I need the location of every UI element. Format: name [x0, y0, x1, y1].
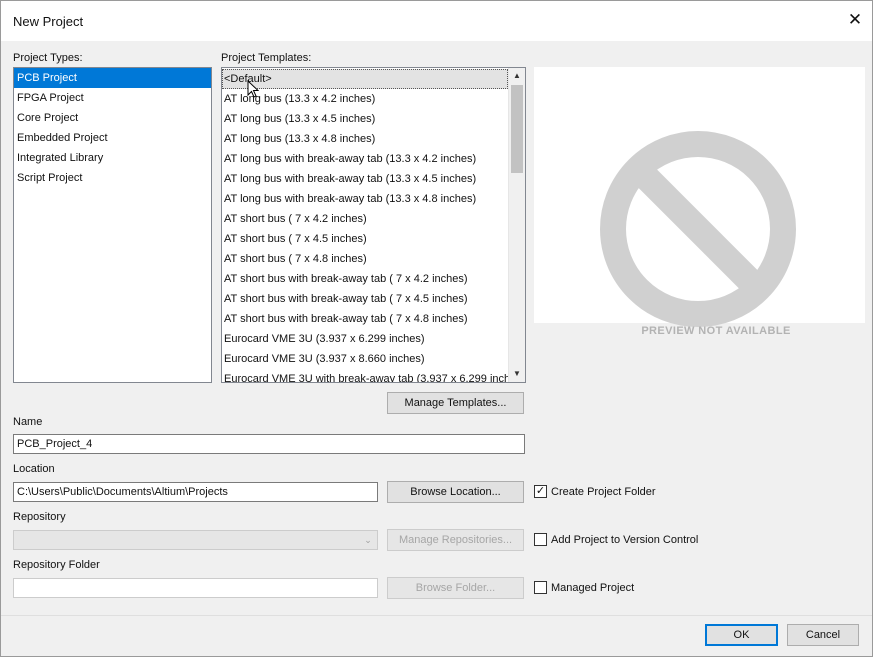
project-template-item[interactable]: AT long bus with break-away tab (13.3 x … — [222, 189, 508, 209]
project-template-item[interactable]: <Default> — [222, 69, 508, 89]
title-bar: New Project ✕ — [1, 1, 872, 41]
managed-project-label: Managed Project — [551, 581, 635, 594]
managed-project-checkbox[interactable]: Managed Project — [534, 581, 634, 594]
preview-not-available-text: PREVIEW NOT AVAILABLE — [641, 325, 791, 337]
project-types-list[interactable]: PCB Project FPGA Project Core Project Embed… — [13, 67, 212, 383]
repository-dropdown[interactable]: ⌄ — [13, 530, 378, 550]
repository-folder-label: Repository Folder — [13, 559, 100, 571]
repository-label: Repository — [13, 511, 66, 523]
project-template-item[interactable]: AT long bus (13.3 x 4.2 inches) — [222, 89, 508, 109]
project-types-items: PCB Project FPGA Project Core Project Embed… — [14, 68, 211, 188]
close-icon[interactable]: ✕ — [845, 10, 865, 30]
browse-location-button[interactable]: Browse Location... — [387, 481, 524, 503]
cancel-button[interactable]: Cancel — [787, 624, 859, 646]
check-mark-icon: ✓ — [535, 485, 546, 497]
project-template-item[interactable]: AT short bus with break-away tab ( 7 x 4… — [222, 289, 508, 309]
scrollbar-thumb[interactable] — [511, 85, 523, 173]
project-template-item[interactable]: AT short bus ( 7 x 4.5 inches) — [222, 229, 508, 249]
project-template-item[interactable]: AT short bus with break-away tab ( 7 x 4… — [222, 309, 508, 329]
project-templates-label: Project Templates: — [221, 52, 312, 64]
name-label: Name — [13, 416, 43, 428]
scroll-down-icon[interactable]: ▼ — [509, 366, 525, 382]
project-templates-list[interactable]: <Default> AT long bus (13.3 x 4.2 inches)… — [221, 67, 526, 383]
checkbox-box[interactable] — [534, 581, 547, 594]
dialog-title: New Project — [13, 14, 84, 29]
scroll-up-icon[interactable]: ▲ — [509, 68, 525, 84]
project-types-label: Project Types: — [13, 52, 83, 64]
project-template-item[interactable]: AT long bus with break-away tab (13.3 x … — [222, 149, 508, 169]
template-preview-area — [534, 67, 865, 327]
project-template-item[interactable]: AT long bus (13.3 x 4.5 inches) — [222, 109, 508, 129]
checkbox-box[interactable] — [534, 533, 547, 546]
project-type-item[interactable]: PCB Project — [14, 68, 211, 88]
create-project-folder-label: Create Project Folder — [551, 485, 656, 498]
location-label: Location — [13, 463, 55, 475]
project-template-item[interactable]: AT short bus with break-away tab ( 7 x 4… — [222, 269, 508, 289]
ok-button[interactable]: OK — [705, 624, 778, 646]
project-template-item[interactable]: AT long bus with break-away tab (13.3 x … — [222, 169, 508, 189]
project-template-item[interactable]: AT long bus (13.3 x 4.8 inches) — [222, 129, 508, 149]
new-project-dialog: New Project ✕ Project Types: PCB Project… — [0, 0, 873, 657]
project-type-item[interactable]: FPGA Project — [14, 88, 211, 108]
chevron-down-icon: ⌄ — [364, 535, 372, 545]
project-template-item[interactable]: AT short bus ( 7 x 4.2 inches) — [222, 209, 508, 229]
location-input[interactable] — [13, 482, 378, 502]
repository-folder-input[interactable] — [13, 578, 378, 598]
dialog-footer: OK Cancel — [1, 615, 872, 656]
add-to-version-control-label: Add Project to Version Control — [551, 533, 699, 546]
project-template-item[interactable]: Eurocard VME 3U with break-away tab (3.9… — [222, 369, 508, 382]
create-project-folder-checkbox[interactable]: ✓ Create Project Folder — [534, 485, 656, 498]
project-type-item[interactable]: Integrated Library — [14, 148, 211, 168]
project-template-item[interactable]: Eurocard VME 3U (3.937 x 6.299 inches) — [222, 329, 508, 349]
project-type-item[interactable]: Embedded Project — [14, 128, 211, 148]
templates-scrollbar[interactable]: ▲ ▼ — [508, 68, 525, 382]
checkbox-box[interactable]: ✓ — [534, 485, 547, 498]
mouse-pointer-icon — [247, 80, 259, 98]
project-type-item[interactable]: Script Project — [14, 168, 211, 188]
project-templates-items: <Default> AT long bus (13.3 x 4.2 inches)… — [222, 68, 508, 382]
project-template-item[interactable]: Eurocard VME 3U (3.937 x 8.660 inches) — [222, 349, 508, 369]
manage-templates-button[interactable]: Manage Templates... — [387, 392, 524, 414]
project-template-item[interactable]: AT short bus ( 7 x 4.8 inches) — [222, 249, 508, 269]
manage-repositories-button[interactable]: Manage Repositories... — [387, 529, 524, 551]
add-to-version-control-checkbox[interactable]: Add Project to Version Control — [534, 533, 698, 546]
project-type-item[interactable]: Core Project — [14, 108, 211, 128]
no-preview-icon — [600, 131, 796, 327]
name-input[interactable] — [13, 434, 525, 454]
browse-folder-button[interactable]: Browse Folder... — [387, 577, 524, 599]
